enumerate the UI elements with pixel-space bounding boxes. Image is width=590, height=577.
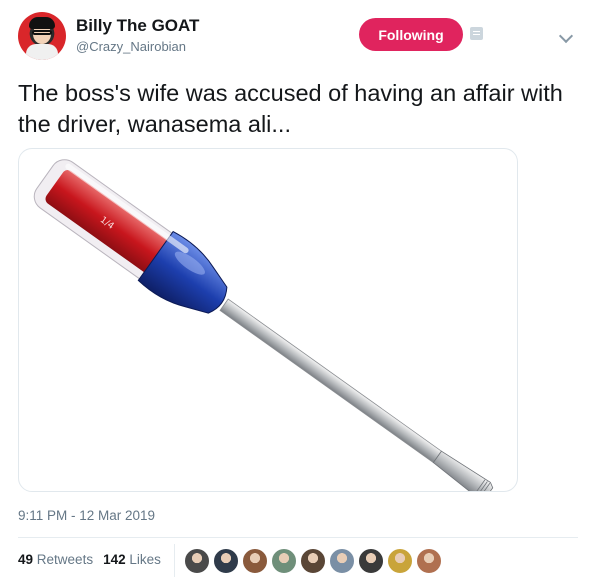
divider xyxy=(18,537,578,538)
screwdriver-icon: 1/4 xyxy=(33,159,494,491)
retweets-label: Retweets xyxy=(36,552,94,567)
tweet-header: Billy The GOAT @Crazy_Nairobian Followin… xyxy=(18,12,580,62)
avatar[interactable] xyxy=(18,12,66,60)
tweet-timestamp[interactable]: 9:11 PM - 12 Mar 2019 xyxy=(18,508,155,523)
liker-avatar[interactable] xyxy=(387,548,413,574)
liker-avatar[interactable] xyxy=(184,548,210,574)
author-display-name[interactable]: Billy The GOAT xyxy=(76,16,199,36)
retweets-count: 49 xyxy=(18,552,34,567)
liker-avatar[interactable] xyxy=(271,548,297,574)
liker-avatar[interactable] xyxy=(358,548,384,574)
liker-avatar[interactable] xyxy=(416,548,442,574)
liker-avatar[interactable] xyxy=(213,548,239,574)
likes-count: 142 xyxy=(103,552,126,567)
tweet-text: The boss's wife was accused of having an… xyxy=(18,80,563,137)
message-icon[interactable] xyxy=(470,27,483,40)
likes-stat[interactable]: 142 Likes xyxy=(103,552,161,567)
retweets-stat[interactable]: 49 Retweets xyxy=(18,552,93,567)
liker-avatar[interactable] xyxy=(300,548,326,574)
tweet-media-screwdriver-image[interactable]: 1/4 xyxy=(18,148,518,492)
liker-avatar[interactable] xyxy=(329,548,355,574)
likes-label: Likes xyxy=(129,552,161,567)
chevron-down-icon[interactable] xyxy=(558,28,574,44)
stats-divider xyxy=(174,544,175,577)
following-button[interactable]: Following xyxy=(359,18,463,51)
tweet-stats: 49 Retweets 142 Likes xyxy=(18,552,161,567)
author-handle[interactable]: @Crazy_Nairobian xyxy=(76,39,186,54)
liker-avatar[interactable] xyxy=(242,548,268,574)
